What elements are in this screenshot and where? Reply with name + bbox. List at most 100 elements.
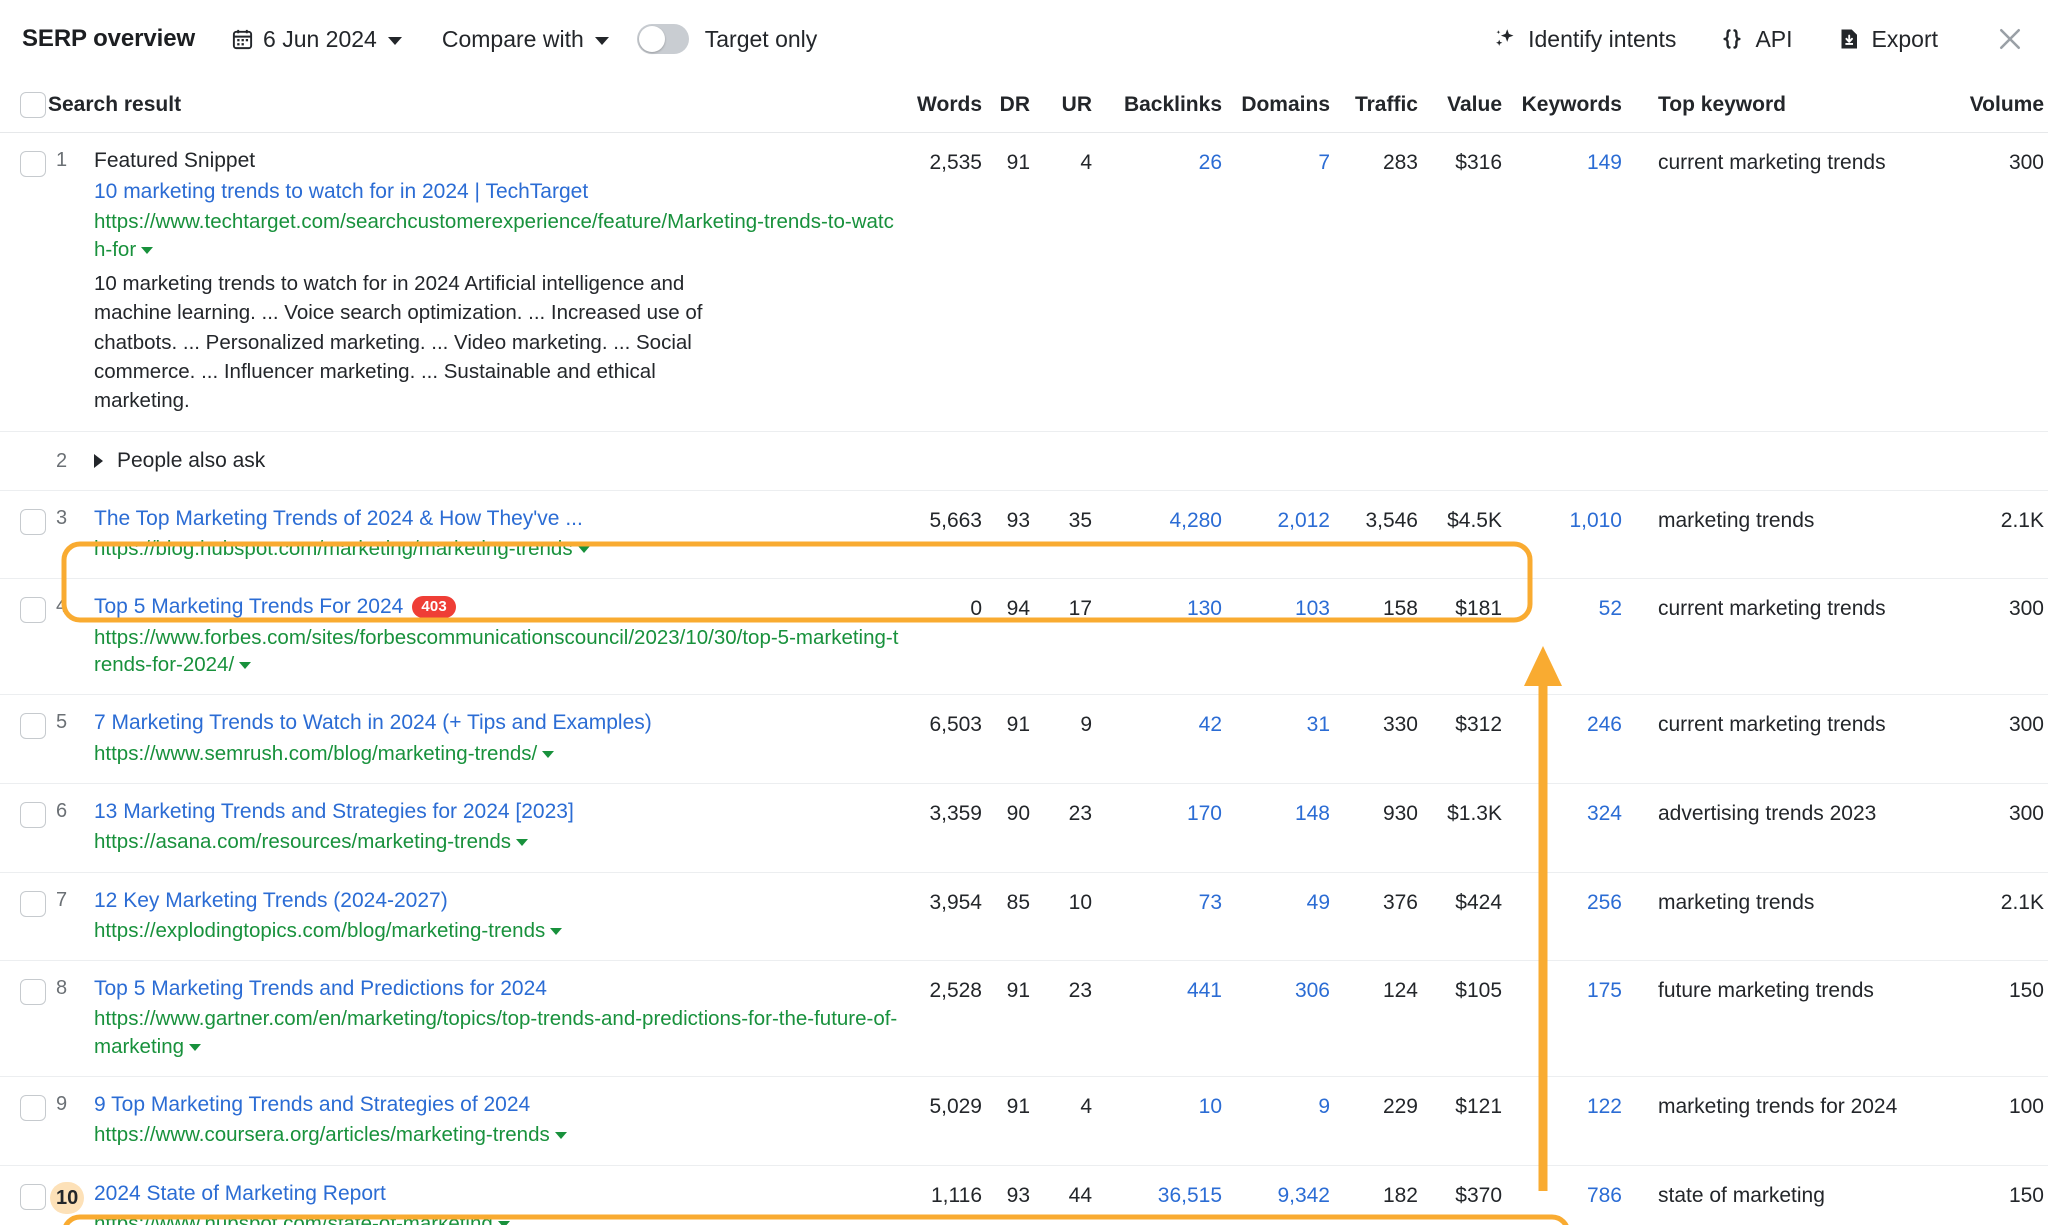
chevron-down-icon[interactable] [542,750,555,758]
cell-keywords[interactable]: 175 [1502,960,1622,1078]
result-url-link[interactable]: https://www.gartner.com/en/marketing/top… [94,1005,900,1060]
cell-keywords[interactable]: 52 [1502,578,1622,696]
result-body: 2024 State of Marketing Report https://ww… [94,1180,900,1225]
compare-with-dropdown[interactable]: Compare with [442,26,609,53]
result-url-link[interactable]: https://www.hubspot.com/state-of-marketi… [94,1210,900,1225]
cell-backlinks[interactable]: 170 [1092,783,1222,873]
cell-top-keyword[interactable]: future marketing trends [1622,960,1928,1078]
cell-backlinks[interactable]: 26 [1092,132,1222,432]
row-checkbox[interactable] [20,1183,46,1210]
cell-keywords[interactable]: 324 [1502,783,1622,873]
cell-ur: 4 [1030,1076,1092,1166]
row-checkbox[interactable] [20,508,46,535]
result-url-link[interactable]: https://www.forbes.com/sites/forbescommu… [94,624,900,679]
cell-domains[interactable]: 9 [1222,1076,1330,1166]
cell-keywords[interactable]: 149 [1502,132,1622,432]
cell-top-keyword[interactable]: marketing trends [1622,872,1928,962]
cell-domains[interactable]: 2,012 [1222,490,1330,580]
result-title-link[interactable]: 13 Marketing Trends and Strategies for 2… [94,800,574,823]
result-url-link[interactable]: https://asana.com/resources/marketing-tr… [94,828,900,855]
people-also-ask-cell[interactable]: 2 People also ask [48,431,900,491]
cell-keywords[interactable]: 246 [1502,694,1622,785]
cell-backlinks[interactable]: 4,280 [1092,490,1222,580]
cell-backlinks[interactable]: 42 [1092,694,1222,785]
row-checkbox[interactable] [20,979,46,1006]
cell-backlinks[interactable]: 130 [1092,578,1222,696]
result-title-link[interactable]: 12 Key Marketing Trends (2024-2027) [94,889,448,912]
identify-intents-button[interactable]: Identify intents [1493,26,1676,53]
chevron-down-icon[interactable] [550,927,563,935]
row-checkbox[interactable] [20,890,46,917]
result-url-link[interactable]: https://explodingtopics.com/blog/marketi… [94,917,900,944]
cell-domains[interactable]: 31 [1222,694,1330,785]
cell-top-keyword[interactable]: advertising trends 2023 [1622,783,1928,873]
column-header-dr[interactable]: DR [982,78,1030,133]
api-button[interactable]: API [1720,26,1793,53]
column-header-traffic[interactable]: Traffic [1330,78,1418,133]
cell-keywords[interactable]: 1,010 [1502,490,1622,580]
select-all-checkbox[interactable] [20,91,46,118]
expand-triangle-icon[interactable] [94,453,103,468]
column-header-keywords[interactable]: Keywords [1502,78,1622,133]
cell-backlinks[interactable]: 36,515 [1092,1165,1222,1225]
cell-keywords[interactable]: 256 [1502,872,1622,962]
result-url-link[interactable]: https://blog.hubspot.com/marketing/marke… [94,535,900,562]
export-button[interactable]: Export [1837,26,1938,53]
status-badge: 403 [412,596,456,619]
chevron-down-icon[interactable] [497,1221,510,1225]
cell-backlinks[interactable]: 441 [1092,960,1222,1078]
column-header-volume[interactable]: Volume [1928,78,2048,133]
column-header-words[interactable]: Words [900,78,982,133]
column-header-ur[interactable]: UR [1030,78,1092,133]
chevron-down-icon[interactable] [141,246,154,254]
chevron-down-icon[interactable] [239,662,252,670]
cell-keywords[interactable]: 786 [1502,1165,1622,1225]
chevron-down-icon[interactable] [577,545,590,553]
cell-domains[interactable]: 49 [1222,872,1330,962]
cell-keywords[interactable]: 122 [1502,1076,1622,1166]
column-header-top-keyword[interactable]: Top keyword [1622,78,1928,133]
row-checkbox[interactable] [20,802,46,829]
cell-top-keyword[interactable]: current marketing trends [1622,132,1928,432]
cell-domains[interactable]: 148 [1222,783,1330,873]
date-picker[interactable]: 6 Jun 2024 [231,26,402,53]
result-title-link[interactable]: The Top Marketing Trends of 2024 & How T… [94,507,583,530]
result-url-link[interactable]: https://www.techtarget.com/searchcustome… [94,208,900,263]
cell-top-keyword[interactable]: marketing trends for 2024 [1622,1076,1928,1166]
cell-domains[interactable]: 306 [1222,960,1330,1078]
cell-backlinks[interactable]: 10 [1092,1076,1222,1166]
result-title-link[interactable]: 2024 State of Marketing Report [94,1182,386,1205]
result-title-link[interactable]: Top 5 Marketing Trends For 2024 [94,595,403,618]
cell-top-keyword[interactable]: state of marketing [1622,1165,1928,1225]
cell-top-keyword[interactable]: current marketing trends [1622,694,1928,785]
cell-domains[interactable]: 103 [1222,578,1330,696]
empty-cell [1030,431,1092,491]
result-title-link[interactable]: Top 5 Marketing Trends and Predictions f… [94,977,547,1000]
result-url-link[interactable]: https://www.coursera.org/articles/market… [94,1121,900,1148]
braces-icon [1720,27,1744,51]
row-checkbox[interactable] [20,597,46,624]
row-checkbox[interactable] [20,713,46,740]
result-url-link[interactable]: https://www.semrush.com/blog/marketing-t… [94,740,900,767]
result-title-link[interactable]: 9 Top Marketing Trends and Strategies of… [94,1093,530,1116]
row-checkbox[interactable] [20,150,46,177]
cell-top-keyword[interactable]: current marketing trends [1622,578,1928,696]
cell-top-keyword[interactable]: marketing trends [1622,490,1928,580]
column-header-backlinks[interactable]: Backlinks [1092,78,1222,133]
target-only-toggle[interactable] [636,24,689,54]
cell-traffic: 3,546 [1330,490,1418,580]
close-button[interactable] [1996,25,2024,53]
result-title-link[interactable]: 7 Marketing Trends to Watch in 2024 (+ T… [94,711,652,734]
result-title-link[interactable]: 10 marketing trends to watch for in 2024… [94,180,588,203]
column-header-domains[interactable]: Domains [1222,78,1330,133]
row-checkbox[interactable] [20,1095,46,1122]
chevron-down-icon[interactable] [554,1132,567,1140]
column-header-value[interactable]: Value [1418,78,1502,133]
cell-domains[interactable]: 7 [1222,132,1330,432]
chevron-down-icon[interactable] [189,1043,202,1051]
column-header-search-result[interactable]: Search result [48,78,900,133]
cell-domains[interactable]: 9,342 [1222,1165,1330,1225]
row-rank: 5 [56,711,68,734]
cell-backlinks[interactable]: 73 [1092,872,1222,962]
chevron-down-icon[interactable] [516,839,529,847]
